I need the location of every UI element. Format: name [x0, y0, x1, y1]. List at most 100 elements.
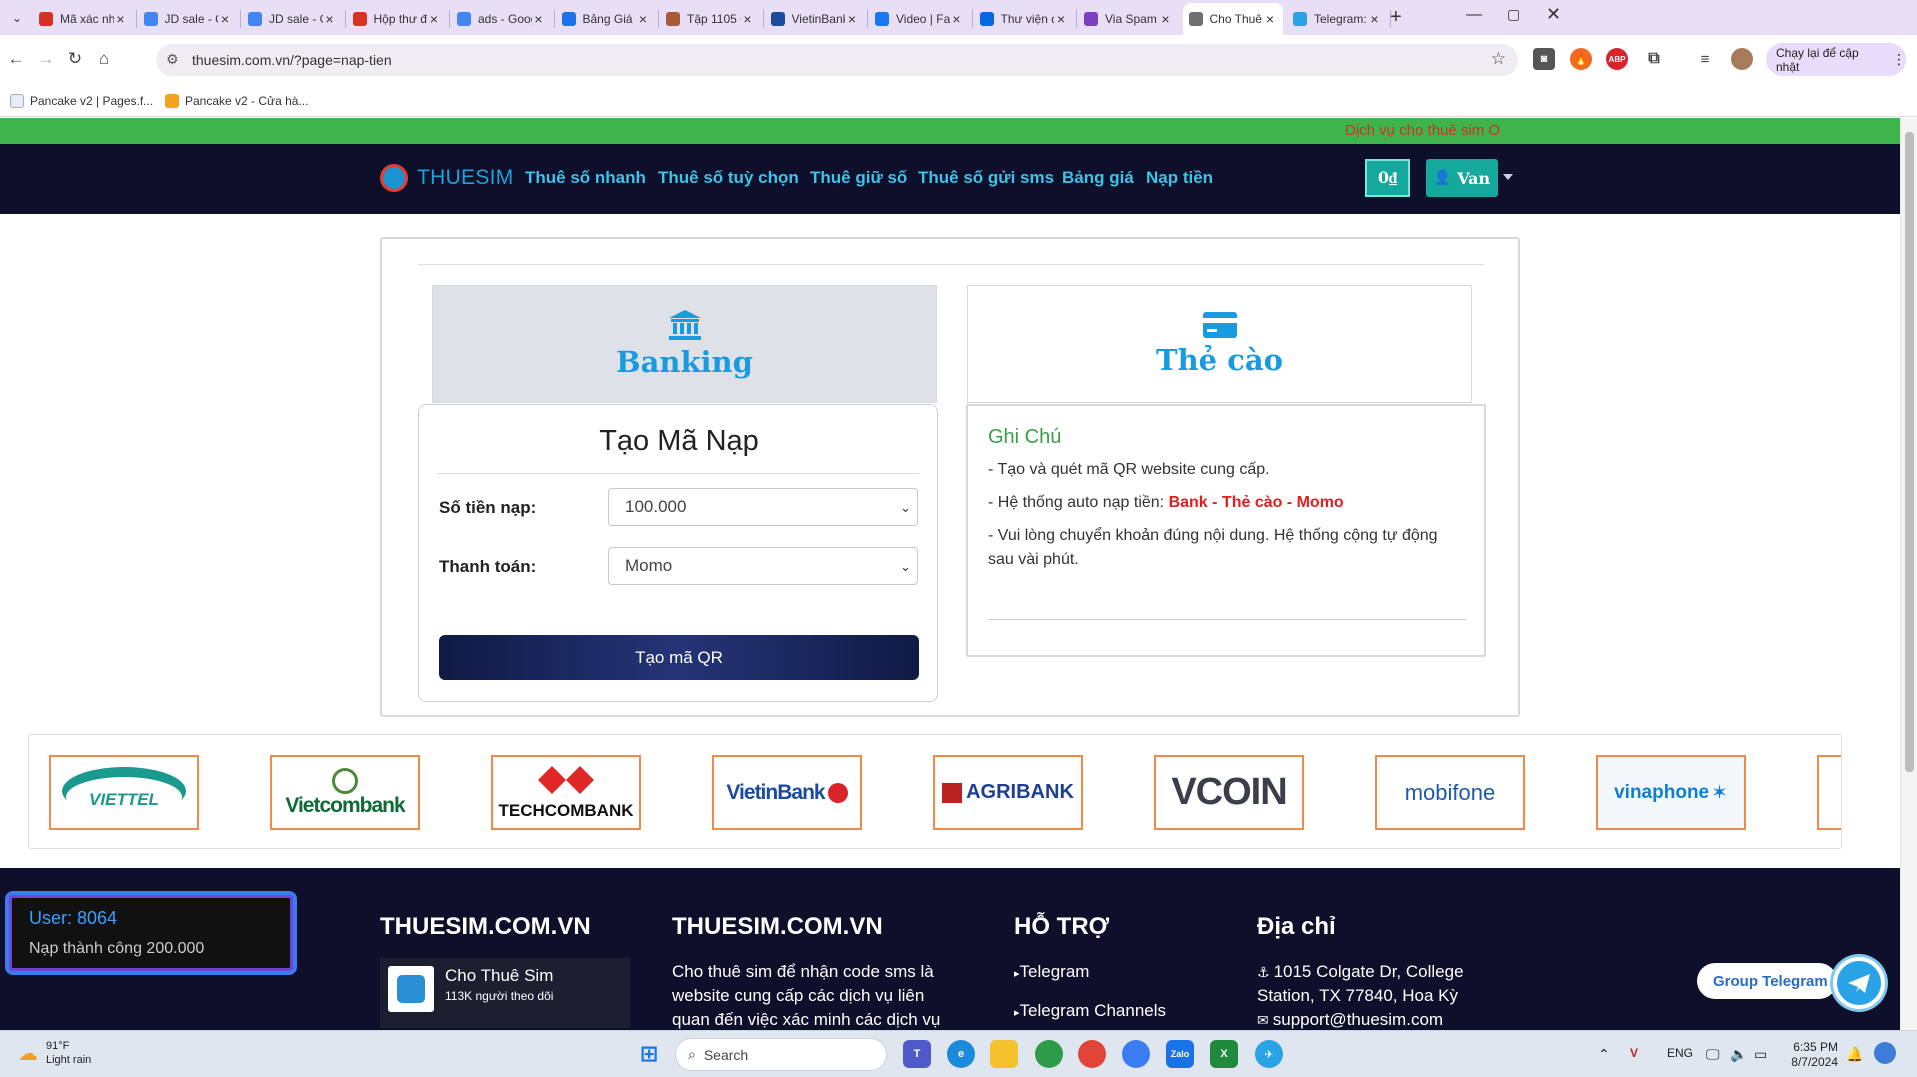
browser-tab[interactable]: VietinBank × — [765, 6, 866, 32]
taskbar-clock[interactable]: 6:35 PM 8/7/2024 — [1786, 1040, 1838, 1070]
input-language[interactable]: ENG — [1667, 1046, 1693, 1060]
edge-icon[interactable]: e — [947, 1040, 975, 1068]
tray-chevron-icon[interactable]: ⌃ — [1598, 1046, 1610, 1063]
extension-fire-icon[interactable]: 🔥 — [1570, 48, 1592, 70]
network-icon[interactable]: 🖵 — [1706, 1046, 1720, 1063]
maximize-button[interactable]: ▢ — [1507, 6, 1520, 23]
close-tab-icon[interactable]: × — [427, 11, 441, 27]
minimize-button[interactable]: — — [1466, 6, 1482, 24]
nav-thue-so-tuy-chon[interactable]: Thuê số tuỳ chọn — [658, 168, 799, 188]
scrollbar-thumb[interactable] — [1905, 132, 1914, 772]
user-dropdown-caret-icon[interactable] — [1503, 174, 1513, 180]
extension-screenshot-icon[interactable]: ◙ — [1533, 48, 1555, 70]
extensions-puzzle-icon[interactable]: ⧉ — [1643, 48, 1665, 70]
browser-tab[interactable]: Tập 1105 C× — [660, 6, 761, 32]
close-tab-icon[interactable]: × — [636, 11, 650, 27]
close-window-button[interactable]: ✕ — [1546, 4, 1561, 25]
browser-tab[interactable]: Thư viện q × — [974, 6, 1075, 32]
browser-tab[interactable]: JD sale - G× — [138, 6, 239, 32]
browser-tab[interactable]: Cho Thuê × — [1182, 3, 1283, 35]
copilot-icon[interactable] — [1874, 1042, 1896, 1064]
reload-icon[interactable]: ↻ — [61, 45, 89, 73]
media-control-icon[interactable]: ≡ — [1694, 48, 1716, 70]
close-tab-icon[interactable]: × — [950, 11, 964, 27]
profile-avatar[interactable] — [1731, 48, 1753, 70]
weather-widget[interactable]: ☁ 91°F Light rain — [18, 1039, 91, 1067]
nav-thue-so-nhanh[interactable]: Thuê số nhanh — [525, 168, 646, 188]
close-tab-icon[interactable]: × — [114, 11, 128, 27]
footer-email[interactable]: ✉ support@thuesim.com — [1257, 1008, 1443, 1030]
vinaphone-logo: vinaphone ✶ — [1596, 755, 1746, 830]
windows-start-icon[interactable]: ⊞ — [635, 1040, 663, 1068]
bookmark-item[interactable]: Pancake v2 | Pages.f... — [10, 94, 153, 108]
footer-link-telegram-channels[interactable]: ▸Telegram Channels — [1014, 999, 1166, 1025]
update-button[interactable]: Chạy lại để cập nhật ⋮ — [1766, 43, 1906, 76]
close-tab-icon[interactable]: × — [845, 11, 859, 27]
new-tab-button[interactable]: + — [1390, 6, 1402, 29]
chrome-profile-icon[interactable] — [1078, 1040, 1106, 1068]
home-icon[interactable]: ⌂ — [90, 45, 118, 73]
close-tab-icon[interactable]: × — [218, 11, 232, 27]
chrome-icon[interactable] — [1035, 1040, 1063, 1068]
back-icon[interactable]: ← — [2, 45, 30, 73]
browser-tab[interactable]: Mã xác nh × — [33, 6, 134, 32]
nav-nap-tien[interactable]: Nạp tiền — [1146, 168, 1213, 188]
nav-thue-so-gui-sms[interactable]: Thuê số gửi sms — [918, 168, 1054, 188]
browser-tab[interactable]: Video | Fac× — [869, 6, 970, 32]
zalo-icon[interactable]: Zalo — [1166, 1040, 1194, 1068]
volume-icon[interactable]: 🔈 — [1730, 1046, 1747, 1063]
location-icon: ⚓ — [1257, 964, 1270, 980]
payment-method-select[interactable]: Momo ⌄ — [608, 547, 918, 585]
site-info-icon[interactable]: ⚙ — [166, 51, 179, 68]
facebook-page-widget[interactable]: Cho Thuê Sim 113K người theo dõi — [380, 958, 630, 1028]
close-tab-icon[interactable]: × — [1159, 11, 1173, 27]
close-tab-icon[interactable]: × — [1054, 11, 1068, 27]
footer-link-telegram[interactable]: ▸Telegram — [1014, 960, 1089, 986]
close-tab-icon[interactable]: × — [741, 11, 755, 27]
browser-tab[interactable]: Bảng Giá D× — [556, 6, 657, 32]
user-menu-button[interactable]: 👤 Van — [1426, 159, 1498, 197]
close-tab-icon[interactable]: × — [532, 11, 546, 27]
more-menu-icon[interactable]: ⋮ — [1892, 51, 1906, 68]
browser-tab[interactable]: Hộp thư đế× — [347, 6, 448, 32]
browser-tab[interactable]: ads - Goog × — [451, 6, 552, 32]
viettel-text: VIETTEL — [89, 790, 159, 809]
page-scrollbar[interactable] — [1900, 118, 1917, 1030]
divider — [988, 619, 1466, 620]
bookmark-item[interactable]: Pancake v2 - Cửa hà... — [165, 94, 308, 108]
telegram-taskbar-icon[interactable]: ✈ — [1255, 1040, 1283, 1068]
balance-button[interactable]: 0₫ — [1365, 159, 1410, 197]
nav-thue-giu-so[interactable]: Thuê giữ số — [810, 168, 907, 188]
tab-banking[interactable]: Banking — [432, 285, 937, 403]
adblock-icon[interactable]: ABP — [1606, 48, 1628, 70]
notification-bell-icon[interactable]: 🔔 — [1846, 1046, 1863, 1063]
taskbar-search[interactable]: ⌕ Search — [675, 1038, 887, 1071]
site-logo[interactable]: THUESIM — [380, 164, 514, 192]
amount-select[interactable]: 100.000 ⌄ — [608, 488, 918, 526]
tab-search-chevron-icon[interactable]: ⌄ — [6, 8, 28, 28]
excel-icon[interactable]: X — [1210, 1040, 1238, 1068]
tab-the-cao[interactable]: Thẻ cào — [967, 285, 1472, 403]
mobifone-logo: mobifone — [1375, 755, 1525, 830]
browser-tab[interactable]: Telegram: × — [1287, 6, 1388, 32]
nav-bang-gia[interactable]: Bảng giá — [1062, 168, 1134, 188]
close-tab-icon[interactable]: × — [1263, 11, 1277, 27]
teams-icon[interactable]: T — [903, 1040, 931, 1068]
browser-tab[interactable]: JD sale - G× — [242, 6, 343, 32]
close-tab-icon[interactable]: × — [323, 11, 337, 27]
tab-separator — [762, 10, 764, 28]
battery-icon[interactable]: ▭ — [1754, 1046, 1767, 1063]
brand-name: THUESIM — [417, 166, 514, 189]
file-explorer-icon[interactable] — [990, 1040, 1018, 1068]
forward-icon[interactable]: → — [32, 45, 60, 73]
chrome-profile-icon[interactable] — [1122, 1040, 1150, 1068]
bookmark-star-icon[interactable]: ☆ — [1491, 49, 1506, 69]
telegram-float-button[interactable] — [1833, 957, 1885, 1009]
tray-vietkey-icon[interactable]: V — [1630, 1046, 1638, 1060]
browser-tab[interactable]: Via Spam I × — [1078, 6, 1179, 32]
close-tab-icon[interactable]: × — [1368, 11, 1382, 27]
create-qr-button[interactable]: Tạo mã QR — [439, 635, 919, 680]
group-telegram-button[interactable]: Group Telegram — [1697, 963, 1837, 999]
address-bar[interactable]: ⚙ thuesim.com.vn/?page=nap-tien ☆ — [156, 44, 1518, 76]
footer-email-text: support@thuesim.com — [1272, 1010, 1444, 1029]
